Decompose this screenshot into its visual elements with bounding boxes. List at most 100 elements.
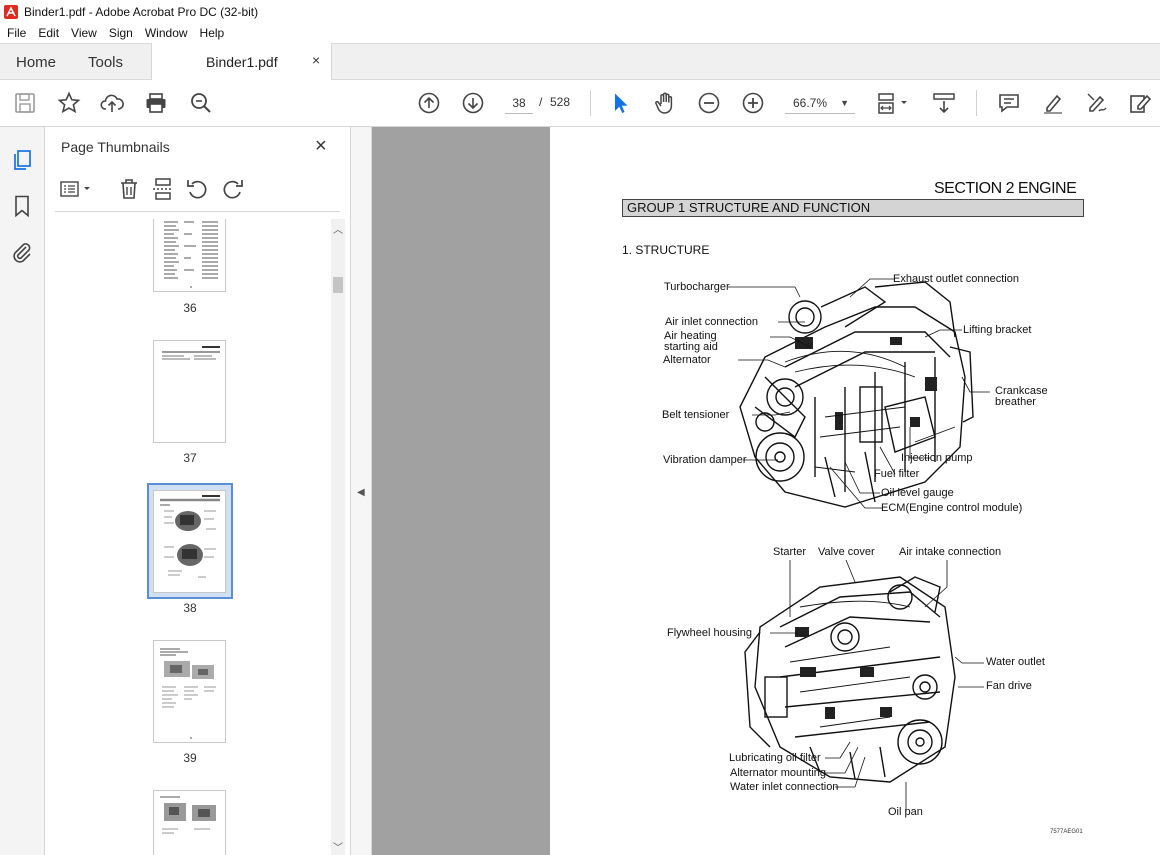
save-icon[interactable]	[13, 91, 37, 115]
label-alternator-mounting: Alternator mounting	[730, 767, 826, 779]
rotate-right-icon[interactable]	[221, 177, 245, 201]
document-page: SECTION 2 ENGINE GROUP 1 STRUCTURE AND F…	[550, 127, 1160, 855]
zoom-in-icon[interactable]	[741, 91, 765, 115]
upload-icon[interactable]	[100, 91, 124, 115]
attachment-icon[interactable]	[10, 240, 34, 264]
group-title: GROUP 1 STRUCTURE AND FUNCTION	[622, 199, 1084, 217]
thumbnail-list: 36 37 38 39	[45, 219, 350, 855]
document-viewer[interactable]: SECTION 2 ENGINE GROUP 1 STRUCTURE AND F…	[372, 127, 1160, 855]
rotate-left-icon[interactable]	[185, 177, 209, 201]
thumbnail-page-40[interactable]	[153, 790, 226, 855]
print-icon[interactable]	[144, 91, 168, 115]
options-menu-icon[interactable]	[59, 177, 95, 201]
label-turbocharger: Turbocharger	[664, 281, 730, 293]
label-air-intake: Air intake connection	[899, 546, 1002, 558]
panel-collapse-strip[interactable]: ◀	[350, 127, 372, 855]
label-starting-aid: starting aid	[664, 341, 718, 353]
label-fan-drive: Fan drive	[986, 680, 1032, 692]
menu-help[interactable]: Help	[193, 26, 230, 40]
sign-icon[interactable]	[1085, 91, 1109, 115]
zoom-select[interactable]: 66.7% ▼	[785, 92, 855, 114]
thumbnail-page-37[interactable]	[153, 340, 226, 443]
star-icon[interactable]	[57, 91, 81, 115]
label-flywheel-housing: Flywheel housing	[667, 627, 752, 639]
left-rail	[0, 127, 45, 855]
acrobat-icon	[4, 4, 18, 19]
trash-icon[interactable]	[117, 177, 141, 201]
page-count: 528	[550, 95, 571, 109]
thumbnail-label: 39	[183, 751, 197, 765]
section-title: SECTION 2 ENGINE	[934, 180, 1077, 197]
thumbnail-page-36[interactable]	[153, 219, 226, 292]
label-vibration-damper: Vibration damper	[663, 454, 747, 466]
page-down-icon[interactable]	[461, 91, 485, 115]
chevron-up-icon[interactable]: ︿	[333, 221, 343, 236]
toolbar: 38 / 528 66.7% ▼	[0, 80, 1160, 127]
scrollbar-thumb[interactable]	[333, 277, 343, 293]
zoom-value: 66.7%	[793, 96, 828, 110]
label-fuel-filter: Fuel filter	[874, 468, 920, 480]
close-panel-icon[interactable]: ×	[315, 135, 327, 158]
menu-edit[interactable]: Edit	[31, 26, 64, 40]
menu-window[interactable]: Window	[138, 26, 193, 40]
hand-icon[interactable]	[653, 91, 677, 115]
close-tab-icon[interactable]: ×	[312, 52, 320, 68]
menu-bar: File Edit View Sign Window Help	[0, 23, 1160, 43]
label-alternator: Alternator	[663, 354, 711, 366]
tab-home[interactable]: Home	[16, 54, 56, 71]
extract-pages-icon[interactable]	[151, 177, 175, 201]
page-thumbnails-panel: Page Thumbnails × 36 37 38 39 ︿ ﹀	[45, 127, 350, 855]
tab-bar: Home Tools Binder1.pdf ×	[0, 43, 1160, 80]
panel-title: Page Thumbnails	[61, 139, 170, 155]
label-oil-level-gauge: Oil level gauge	[881, 487, 954, 499]
leader-lines-top	[728, 278, 990, 509]
document-tab-label: Binder1.pdf	[206, 54, 278, 70]
chevron-down-icon: ▼	[840, 98, 849, 108]
zoom-out-icon[interactable]	[697, 91, 721, 115]
collapse-arrow-icon[interactable]: ◀	[357, 487, 365, 498]
thumbnail-label: 37	[183, 451, 197, 465]
thumbnail-page-38[interactable]	[153, 490, 226, 593]
select-cursor-icon[interactable]	[609, 91, 633, 115]
bookmark-icon[interactable]	[10, 194, 34, 218]
highlight-icon[interactable]	[1041, 91, 1065, 115]
toolbar-divider	[976, 90, 977, 116]
fit-page-icon[interactable]	[876, 91, 912, 115]
label-air-inlet: Air inlet connection	[665, 316, 758, 328]
figure-code: 7577AEG01	[1050, 829, 1083, 835]
label-lube-filter: Lubricating oil filter	[729, 752, 821, 764]
label-ecm: ECM(Engine control module)	[881, 502, 1023, 514]
scroll-mode-icon[interactable]	[932, 91, 956, 115]
search-zoom-icon[interactable]	[189, 91, 213, 115]
tab-tools[interactable]: Tools	[88, 54, 123, 71]
label-water-outlet: Water outlet	[986, 656, 1045, 668]
toolbar-divider	[590, 90, 591, 116]
chevron-down-icon[interactable]: ﹀	[333, 839, 343, 854]
edit-pdf-icon[interactable]	[1128, 91, 1152, 115]
menu-view[interactable]: View	[64, 26, 102, 40]
thumbnail-toolbar	[59, 177, 339, 203]
thumbnail-label: 36	[183, 301, 197, 315]
label-exhaust-outlet: Exhaust outlet connection	[893, 273, 1019, 285]
structure-heading: 1. STRUCTURE	[622, 243, 710, 257]
page-thumbnails-icon[interactable]	[10, 148, 34, 172]
menu-file[interactable]: File	[0, 26, 31, 40]
thumbnail-page-39[interactable]	[153, 640, 226, 743]
panel-divider	[55, 211, 340, 212]
page-up-icon[interactable]	[417, 91, 441, 115]
label-oil-pan: Oil pan	[888, 806, 923, 818]
comment-icon[interactable]	[997, 91, 1021, 115]
label-breather: breather	[995, 396, 1036, 408]
thumbnail-scrollbar[interactable]: ︿ ﹀	[331, 219, 345, 855]
tab-document[interactable]: Binder1.pdf ×	[151, 43, 332, 80]
label-belt-tensioner: Belt tensioner	[662, 409, 730, 421]
label-valve-cover: Valve cover	[818, 546, 875, 558]
label-water-inlet: Water inlet connection	[730, 781, 839, 793]
current-page-input[interactable]: 38	[505, 92, 533, 114]
page-separator: /	[539, 95, 543, 109]
label-lifting-bracket: Lifting bracket	[963, 324, 1032, 336]
window-title: Binder1.pdf - Adobe Acrobat Pro DC (32-b…	[24, 4, 259, 19]
menu-sign[interactable]: Sign	[102, 26, 138, 40]
title-bar: Binder1.pdf - Adobe Acrobat Pro DC (32-b…	[0, 0, 1160, 23]
label-starter: Starter	[773, 546, 807, 558]
